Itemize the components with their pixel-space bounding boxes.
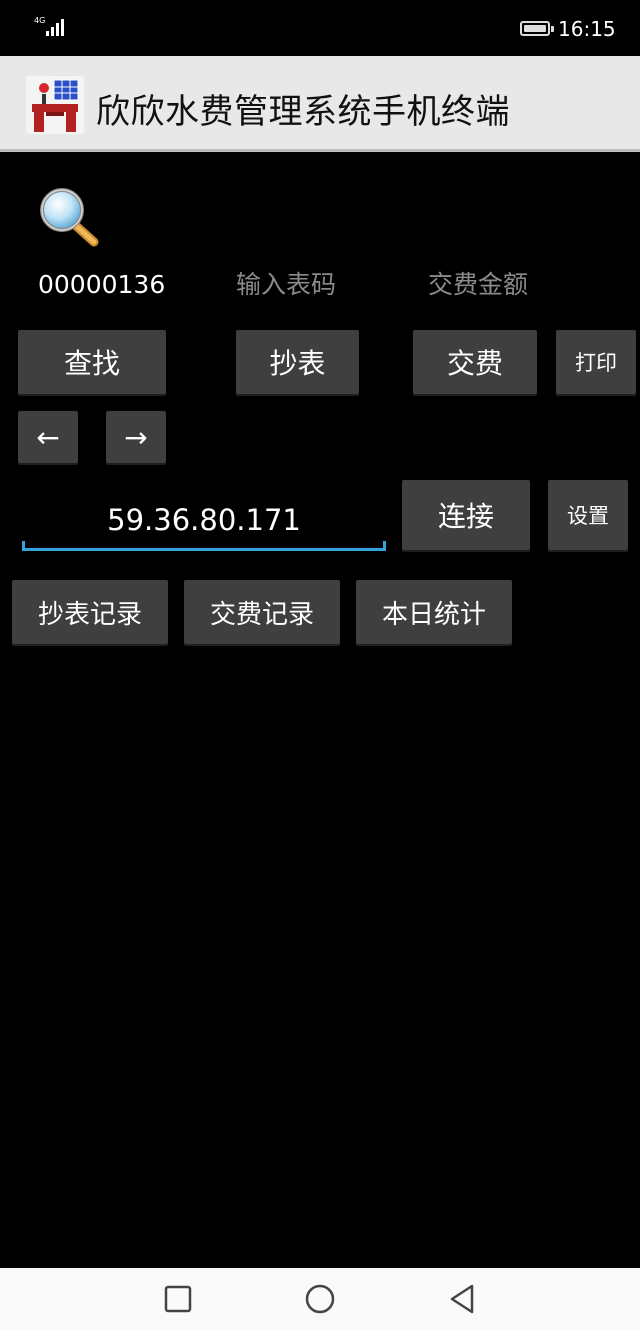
search-icon[interactable] — [36, 186, 100, 250]
today-stats-button[interactable]: 本日统计 — [356, 580, 512, 644]
connect-button[interactable]: 连接 — [402, 480, 530, 550]
settings-button[interactable]: 设置 — [548, 480, 628, 550]
network-type: 4G — [34, 16, 46, 25]
home-icon[interactable] — [303, 1282, 337, 1316]
app-logo-icon — [26, 76, 84, 134]
user-number: 00000136 — [38, 270, 166, 299]
meter-records-button[interactable]: 抄表记录 — [12, 580, 168, 644]
battery-icon — [520, 21, 554, 36]
print-button[interactable]: 打印 — [556, 330, 636, 394]
meter-reading-input[interactable]: 输入表码 — [236, 268, 396, 302]
signal-icon: 4G — [34, 16, 68, 38]
server-ip-value: 59.36.80.171 — [107, 503, 301, 537]
pay-button[interactable]: 交费 — [413, 330, 537, 394]
server-ip-field[interactable]: 59.36.80.171 — [22, 495, 386, 551]
input-underline — [22, 548, 386, 551]
payment-amount-input[interactable]: 交费金额 — [428, 268, 588, 302]
back-icon[interactable] — [446, 1282, 480, 1316]
app-title: 欣欣水费管理系统手机终端 — [96, 92, 510, 132]
read-meter-button[interactable]: 抄表 — [236, 330, 359, 394]
next-button[interactable]: → — [106, 411, 166, 463]
payment-records-button[interactable]: 交费记录 — [184, 580, 340, 644]
recent-apps-icon[interactable] — [161, 1282, 195, 1316]
app-title-bar: 欣欣水费管理系统手机终端 — [0, 56, 640, 152]
navigation-bar — [0, 1268, 640, 1330]
status-bar: 4G 16:15 — [0, 0, 640, 56]
status-time: 16:15 — [558, 17, 616, 41]
previous-button[interactable]: ← — [18, 411, 78, 463]
find-button[interactable]: 查找 — [18, 330, 166, 394]
